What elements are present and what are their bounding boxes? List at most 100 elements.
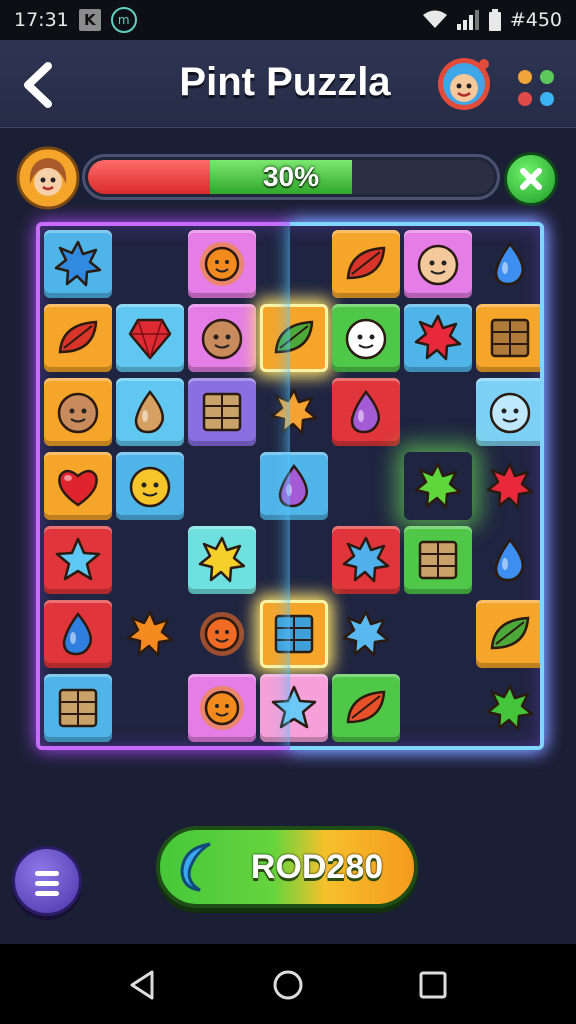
tile-purple-balloon[interactable]	[260, 452, 328, 520]
tile-orange-flower[interactable]	[188, 600, 256, 668]
dot-icon	[540, 70, 554, 84]
yellow-robot-icon	[129, 466, 171, 508]
app-notification-icon: K	[78, 9, 101, 31]
avatar[interactable]	[436, 56, 492, 112]
tile-chili-pepper[interactable]	[44, 304, 112, 372]
red-feather-icon	[346, 690, 386, 724]
navigation-bar	[0, 944, 576, 1024]
back-nav-icon[interactable]	[126, 968, 160, 1002]
purple-balloon-icon	[350, 389, 380, 434]
home-nav-icon[interactable]	[271, 968, 305, 1002]
recents-nav-icon[interactable]	[416, 968, 450, 1002]
tile-blue-star[interactable]	[44, 526, 112, 594]
purple-balloon-icon	[278, 463, 308, 508]
tile-red-splat[interactable]	[476, 452, 544, 520]
tile-wooden-door[interactable]	[44, 674, 112, 742]
tile-wooden-crate[interactable]	[476, 304, 544, 372]
tile-blue-splat[interactable]	[332, 526, 400, 594]
game-board	[36, 222, 544, 750]
wooden-door-icon	[418, 540, 458, 580]
tile-purple-balloon[interactable]	[332, 378, 400, 446]
blue-splat-icon	[342, 536, 390, 583]
tile-chili-pepper[interactable]	[332, 230, 400, 298]
page-title: Pint Puzzla	[179, 60, 391, 104]
chili-pepper-icon	[58, 320, 98, 354]
grid-menu-icon[interactable]	[518, 70, 558, 110]
tile-green-splat[interactable]	[476, 674, 544, 742]
tile-bald-face[interactable]	[188, 304, 256, 372]
tile-red-flower[interactable]	[404, 304, 472, 372]
blue-rocket-icon	[494, 537, 524, 582]
tile-blue-drop[interactable]	[44, 600, 112, 668]
tile-red-heart[interactable]	[44, 452, 112, 520]
tile-orange-splat[interactable]	[116, 600, 184, 668]
tile-cloud-face[interactable]	[476, 378, 544, 446]
tile-blue-spiky-face[interactable]	[44, 230, 112, 298]
blue-flower-icon	[342, 610, 390, 657]
leaf-box-icon	[490, 616, 530, 650]
tile-sun-face[interactable]	[188, 230, 256, 298]
tile-leaf-box[interactable]	[476, 600, 544, 668]
signal-icon	[456, 10, 479, 30]
player-avatar	[16, 146, 80, 210]
tile-green-glow-star[interactable]	[404, 452, 472, 520]
green-glow-star-icon	[414, 462, 462, 509]
blue-drop-icon	[62, 611, 92, 656]
wifi-icon	[422, 10, 447, 28]
orange-flower-icon	[200, 612, 244, 656]
tile-squid[interactable]	[116, 378, 184, 446]
leaf-box-icon	[274, 320, 314, 354]
tile-smiling-face[interactable]	[404, 230, 472, 298]
action-button-label: ROD280	[250, 848, 384, 886]
tile-red-gem[interactable]	[116, 304, 184, 372]
menu-button[interactable]	[12, 846, 82, 916]
battery-icon	[488, 9, 501, 31]
orange-star-burst-icon	[270, 388, 318, 435]
blue-drop-icon	[494, 241, 524, 286]
red-splat-icon	[486, 462, 534, 509]
tile-leaf-box[interactable]	[260, 304, 328, 372]
tile-orange-star-burst[interactable]	[260, 378, 328, 446]
tile-blue-star-blob[interactable]	[260, 674, 328, 742]
status-time: 17:31	[14, 9, 69, 31]
chevron-left-icon[interactable]	[16, 60, 60, 110]
status-bar: 17:31 K m #450	[0, 0, 576, 40]
dot-icon	[518, 92, 532, 106]
dot-icon	[540, 92, 554, 106]
wooden-door-icon	[58, 688, 98, 728]
bald-face-icon	[57, 392, 99, 434]
header: Pint Puzzla	[0, 40, 576, 128]
tile-bald-face[interactable]	[44, 378, 112, 446]
yellow-blob-icon	[198, 536, 246, 583]
progress-label: 30%	[262, 161, 320, 192]
cloud-face-icon	[489, 392, 531, 434]
app-notification-icon-2: m	[110, 7, 137, 33]
wooden-door-icon	[202, 392, 242, 432]
tile-ghost-creature[interactable]	[332, 304, 400, 372]
tile-wooden-door[interactable]	[188, 378, 256, 446]
blue-star-blob-icon	[271, 685, 317, 729]
red-flower-icon	[414, 314, 462, 361]
red-gem-icon	[128, 318, 172, 360]
red-heart-icon	[58, 469, 98, 507]
close-icon	[520, 168, 542, 190]
tile-yellow-blob[interactable]	[188, 526, 256, 594]
squid-icon	[134, 389, 164, 434]
tile-book-crate[interactable]	[260, 600, 328, 668]
tile-blue-rocket[interactable]	[476, 526, 544, 594]
green-splat-icon	[486, 684, 534, 731]
wooden-crate-icon	[490, 318, 530, 358]
blue-wave-icon	[180, 842, 211, 892]
sun-face-icon	[200, 686, 244, 730]
action-button[interactable]: ROD280	[156, 826, 418, 908]
progress-bar: 30%	[82, 154, 500, 200]
tile-red-feather[interactable]	[332, 674, 400, 742]
orange-splat-icon	[126, 610, 174, 657]
chili-pepper-icon	[346, 246, 386, 280]
tile-blue-drop[interactable]	[476, 230, 544, 298]
tile-yellow-robot[interactable]	[116, 452, 184, 520]
tile-blue-flower[interactable]	[332, 600, 400, 668]
tile-sun-face[interactable]	[188, 674, 256, 742]
close-button[interactable]	[504, 152, 558, 206]
tile-wooden-door[interactable]	[404, 526, 472, 594]
